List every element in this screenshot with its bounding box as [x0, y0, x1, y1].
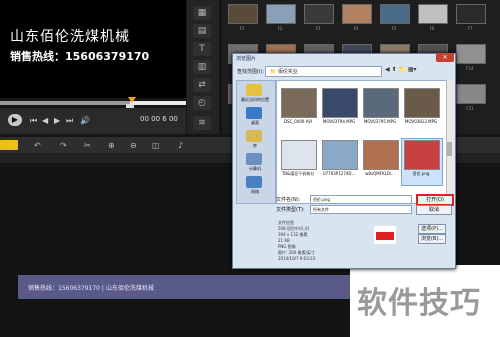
library-thumbnail-label: F2 [277, 26, 283, 31]
filetype-select[interactable]: 所有文件 [310, 205, 412, 214]
scrollbar-thumb[interactable] [447, 142, 452, 156]
place-label[interactable]: 网络 [238, 189, 272, 195]
library-thumbnail[interactable] [456, 4, 486, 24]
file-name-label[interactable]: w8sQMFKLDl... [360, 171, 400, 176]
file-list-scrollbar[interactable] [446, 80, 454, 202]
transition-tool-icon[interactable]: ▤ [193, 24, 211, 38]
file-thumbnail[interactable] [281, 140, 317, 170]
library-thumbnail-label: F3 [315, 26, 321, 31]
player-control-0[interactable]: ⏮ [30, 116, 37, 126]
graphic-tool-icon[interactable]: ▥ [193, 60, 211, 74]
place-icon[interactable] [246, 84, 262, 96]
place-label[interactable]: 库 [238, 143, 272, 149]
place-icon[interactable] [246, 176, 262, 188]
file-info-line: 21 KB [278, 238, 290, 243]
title-track-text: 销售热线：15606379170 | 山东佰伦洗煤机械 [28, 285, 154, 292]
scrub-progress [0, 101, 130, 105]
file-name-label[interactable]: MOV03812.MPG [401, 119, 441, 124]
media-tool-icon[interactable]: ▦ [193, 6, 211, 20]
overlay-phone-text: 销售热线：15606379170 [10, 50, 150, 63]
file-name-label[interactable]: U7763P1274D... [319, 171, 359, 176]
options-button[interactable]: 选项(P)... [418, 224, 446, 234]
library-thumbnail[interactable] [380, 4, 410, 24]
library-thumbnail-label: F1 [239, 26, 245, 31]
place-icon[interactable] [246, 107, 262, 119]
library-thumbnail[interactable] [266, 4, 296, 24]
filename-input[interactable]: 佰伦.png [310, 195, 412, 204]
place-icon[interactable] [246, 130, 262, 142]
cancel-button[interactable]: 取消 [416, 205, 452, 215]
library-thumbnail-label: F6 [429, 26, 435, 31]
file-thumbnail[interactable] [281, 88, 317, 118]
fit-icon[interactable]: ◫ [152, 141, 160, 150]
path-tool-icon[interactable]: ◴ [193, 96, 211, 110]
player-control-2[interactable]: ▶ [54, 116, 60, 125]
trim-marker[interactable] [128, 97, 136, 103]
library-thumbnail-label: F21 [466, 106, 474, 111]
close-icon[interactable]: ✕ [436, 53, 454, 62]
file-thumbnail[interactable] [404, 140, 440, 170]
look-in-label: 查找范围(I): [237, 69, 265, 75]
play-icon[interactable]: ▶ [8, 114, 22, 126]
library-thumbnail[interactable] [456, 84, 486, 104]
undo-icon[interactable]: ↶ [34, 141, 41, 150]
file-thumbnail[interactable] [322, 88, 358, 118]
library-thumbnail-label: F5 [391, 26, 397, 31]
file-thumbnail[interactable] [363, 140, 399, 170]
library-thumbnail[interactable] [304, 4, 334, 24]
player-control-3[interactable]: ⏭ [66, 116, 73, 126]
library-thumbnail-label: F7 [467, 26, 473, 31]
zoom-out-icon[interactable]: ⊖ [130, 141, 137, 150]
place-label[interactable]: 计算机 [238, 166, 272, 172]
filetype-label: 文件类型(T): [276, 207, 305, 213]
timecode-display: 00 00 6 00 [140, 115, 178, 123]
file-name-label[interactable]: DSC_0009.AVI [278, 119, 318, 124]
player-control-1[interactable]: ◀ [42, 116, 48, 125]
look-in-value: 📁 佰伦实业 [270, 69, 298, 75]
file-name-label[interactable]: MOV03795.MPG [360, 119, 400, 124]
zoom-in-icon[interactable]: ⊕ [108, 141, 115, 150]
library-thumbnail[interactable] [418, 4, 448, 24]
folder-nav-icons[interactable]: ◀ ⬆ 📁 ▦▾ [385, 66, 417, 73]
music-icon[interactable]: ♪ [178, 141, 183, 150]
audio-tool-icon[interactable]: ≋ [193, 116, 211, 130]
library-thumbnail-label: F4 [353, 26, 359, 31]
file-info-line: 2014/10/7 9:03:23 [278, 256, 316, 261]
library-thumbnail[interactable] [456, 44, 486, 64]
library-thumbnail-label: F14 [466, 66, 474, 71]
library-thumbnail[interactable] [228, 4, 258, 24]
overlay-title-text: 山东佰伦洗煤机械 [10, 29, 130, 45]
file-name-label[interactable]: 佰伦.png [401, 171, 441, 177]
volume-icon[interactable]: 🔊 [80, 116, 90, 125]
filename-label: 文件名(N): [276, 197, 301, 203]
preview-image-logo [376, 232, 394, 240]
browse-button[interactable]: 浏览(B)... [418, 234, 446, 244]
file-thumbnail[interactable] [363, 88, 399, 118]
file-thumbnail[interactable] [404, 88, 440, 118]
timeline-view-toggle[interactable] [0, 140, 18, 150]
title-tool-icon[interactable]: T [193, 42, 211, 56]
library-thumbnail[interactable] [342, 4, 372, 24]
split-icon[interactable]: ✂ [84, 141, 91, 150]
file-thumbnail[interactable] [322, 140, 358, 170]
place-label[interactable]: 桌面 [238, 120, 272, 126]
place-label[interactable]: 最近访问的位置 [238, 97, 272, 103]
filter-tool-icon[interactable]: ⇄ [193, 78, 211, 92]
file-name-label[interactable]: TB&煤泥干机林分 [278, 171, 318, 177]
place-icon[interactable] [246, 153, 262, 165]
redo-icon[interactable]: ↷ [60, 141, 67, 150]
file-name-label[interactable]: MOV03794.MPG [319, 119, 359, 124]
dialog-title: 浏览图片 [236, 56, 257, 62]
watermark-text: 软件技巧 [357, 286, 481, 321]
